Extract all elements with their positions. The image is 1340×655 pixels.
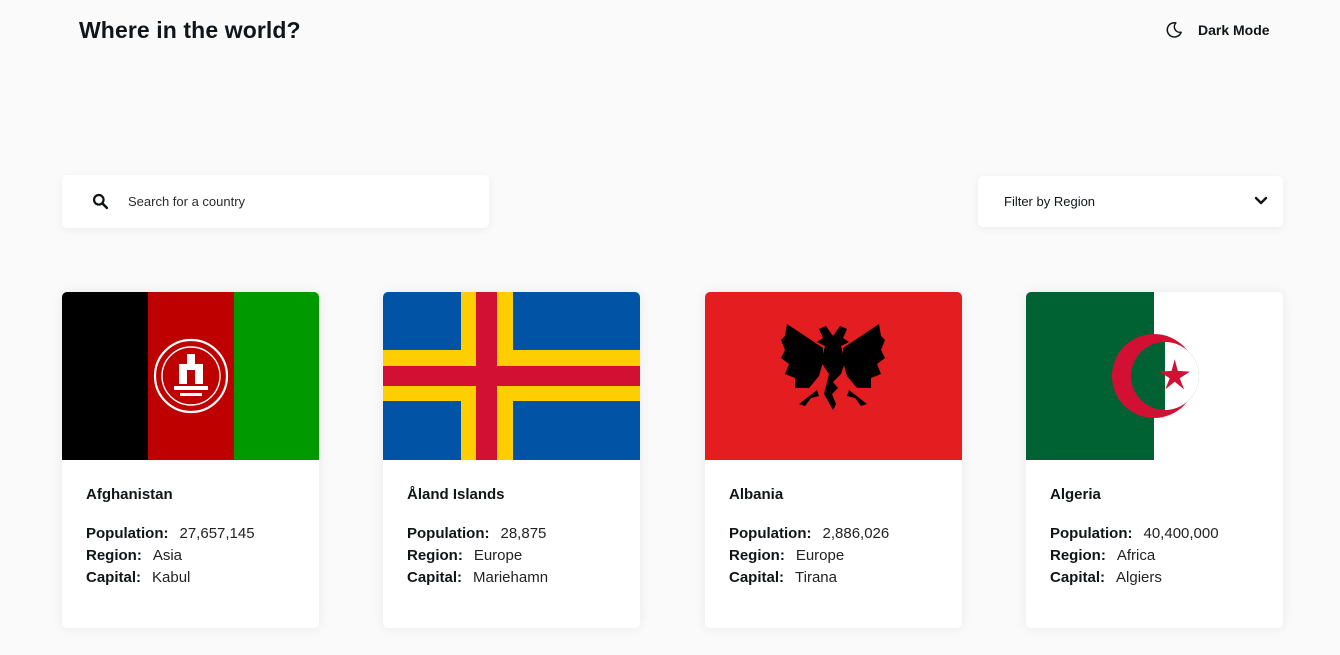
country-info: Population: 40,400,000 Region: Africa Capi… [1050,523,1219,589]
country-name: Åland Islands [407,486,505,503]
region-label: Region: [729,547,785,564]
capital-label: Capital: [86,569,142,586]
flag-algeria [1026,292,1283,460]
flag-aland-islands [383,292,640,460]
country-card-albania[interactable]: Albania Population: 2,886,026 Region: Euro… [705,292,962,628]
population-label: Population: [407,525,490,542]
population-label: Population: [86,525,169,542]
flag-afghanistan [62,292,319,460]
capital-value: Mariehamn [473,569,549,586]
capital-value: Kabul [152,569,191,586]
region-filter-dropdown[interactable]: Filter by Region [978,176,1283,227]
country-card-afghanistan[interactable]: Afghanistan Population: 27,657,145 Region… [62,292,319,628]
dark-mode-toggle[interactable]: Dark Mode [1165,21,1270,39]
capital-label: Capital: [407,569,463,586]
region-value: Europe [795,547,845,564]
app-title: Where in the world? [79,17,301,43]
population-value: 28,875 [500,525,547,542]
country-card-aland-islands[interactable]: Åland Islands Population: 28,875 Region: E… [383,292,640,628]
region-label: Region: [407,547,463,564]
header: Where in the world? Dark Mode [0,0,1340,62]
search-box [62,175,489,228]
search-icon [92,193,109,210]
capital-value: Tirana [795,569,837,586]
region-label: Region: [1050,547,1106,564]
country-name: Afghanistan [86,486,173,503]
capital-value: Algiers [1116,569,1162,586]
region-value: Europe [473,547,523,564]
population-label: Population: [729,525,812,542]
country-name: Algeria [1050,486,1101,503]
country-info: Population: 28,875 Region: Europe Capital:… [407,523,548,589]
country-info: Population: 2,886,026 Region: Europe Capit… [729,523,889,589]
region-value: Africa [1116,547,1156,564]
moon-icon [1166,22,1182,38]
dark-mode-label: Dark Mode [1198,22,1270,38]
population-value: 40,400,000 [1143,525,1219,542]
country-name: Albania [729,486,784,503]
country-info: Population: 27,657,145 Region: Asia Capita… [86,523,255,589]
region-value: Asia [152,547,183,564]
population-value: 27,657,145 [179,525,255,542]
capital-label: Capital: [729,569,785,586]
country-card-algeria[interactable]: Algeria Population: 40,400,000 Region: Afr… [1026,292,1283,628]
region-label: Region: [86,547,142,564]
region-filter-label: Filter by Region [1004,194,1096,209]
flag-albania [705,292,962,460]
population-label: Population: [1050,525,1133,542]
chevron-down-icon [1254,196,1268,205]
capital-label: Capital: [1050,569,1106,586]
population-value: 2,886,026 [822,525,890,542]
search-input[interactable] [128,175,468,228]
